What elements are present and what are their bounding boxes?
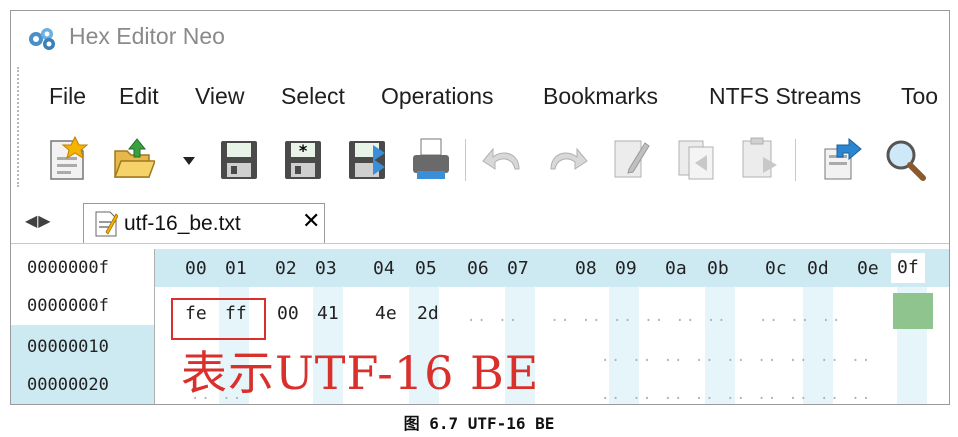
menu-bookmarks[interactable]: Bookmarks bbox=[543, 83, 658, 110]
offset-column: 0000000f 00000010 00000020 bbox=[11, 287, 155, 404]
empty-cells: .. .. .. .. .. .. .. .. .. .. .. bbox=[467, 309, 843, 325]
toolbar-separator bbox=[465, 139, 466, 181]
hex-byte[interactable]: 2d bbox=[417, 303, 439, 324]
tab-label: utf-16_be.txt bbox=[124, 212, 241, 235]
column-header: 0a bbox=[665, 258, 687, 279]
column-header: 0d bbox=[807, 258, 829, 279]
search-icon[interactable] bbox=[883, 135, 927, 183]
app-logo-icon bbox=[29, 28, 55, 50]
menu-edit[interactable]: Edit bbox=[119, 83, 159, 110]
toolbar: * bbox=[11, 127, 949, 191]
column-header: 01 bbox=[225, 258, 247, 279]
redo-icon[interactable] bbox=[545, 135, 589, 183]
column-header: 04 bbox=[373, 258, 395, 279]
hex-byte[interactable]: 00 bbox=[277, 303, 299, 324]
column-header: 0c bbox=[765, 258, 787, 279]
new-file-icon[interactable] bbox=[45, 135, 89, 183]
menu-select[interactable]: Select bbox=[281, 83, 345, 110]
edit-icon[interactable] bbox=[609, 135, 653, 183]
empty-cells: .. .. .. .. .. .. .. .. .. bbox=[601, 387, 873, 403]
save-icon[interactable] bbox=[217, 135, 261, 183]
hex-column-header: 0000000f 00 01 02 03 04 05 06 07 08 09 0… bbox=[11, 249, 949, 287]
column-header: 0e bbox=[857, 258, 879, 279]
hex-byte[interactable]: 41 bbox=[317, 303, 339, 324]
column-header: 00 bbox=[185, 258, 207, 279]
annotation-highlight-box bbox=[171, 298, 266, 340]
column-header: 0b bbox=[707, 258, 729, 279]
tab-scroll-arrows[interactable]: ◀▶ bbox=[25, 211, 52, 230]
window-title: Hex Editor Neo bbox=[69, 23, 225, 49]
column-header: 03 bbox=[315, 258, 337, 279]
menu-tools[interactable]: Too bbox=[901, 83, 938, 110]
figure-caption: 图 6.7 UTF-16 BE bbox=[403, 414, 555, 433]
print-icon[interactable] bbox=[409, 135, 453, 183]
row-offset: 00000020 bbox=[27, 375, 109, 395]
column-header: 09 bbox=[615, 258, 637, 279]
column-header: 07 bbox=[507, 258, 529, 279]
hex-byte[interactable]: 4e bbox=[375, 303, 397, 324]
row-offset: 00000010 bbox=[27, 337, 109, 357]
toolbar-separator bbox=[795, 139, 796, 181]
text-file-icon bbox=[95, 211, 118, 237]
column-header: 06 bbox=[467, 258, 489, 279]
column-header: 08 bbox=[575, 258, 597, 279]
column-header: 05 bbox=[415, 258, 437, 279]
tab-utf16-be[interactable]: utf-16_be.txt ✕ bbox=[83, 203, 325, 243]
menu-operations[interactable]: Operations bbox=[381, 83, 494, 110]
title-bar: Hex Editor Neo bbox=[11, 11, 949, 67]
close-icon[interactable]: ✕ bbox=[302, 209, 320, 234]
app-window: Hex Editor Neo File Edit View Select Ope… bbox=[10, 10, 950, 405]
export-icon[interactable] bbox=[819, 135, 863, 183]
open-folder-icon[interactable] bbox=[111, 135, 155, 183]
svg-text:*: * bbox=[299, 141, 308, 160]
save-as-icon[interactable] bbox=[345, 135, 389, 183]
save-all-icon[interactable]: * bbox=[281, 135, 325, 183]
selected-byte-cell[interactable] bbox=[893, 293, 933, 329]
tab-bar: ◀▶ utf-16_be.txt ✕ bbox=[11, 199, 949, 244]
copy-icon[interactable] bbox=[673, 135, 717, 183]
menu-file[interactable]: File bbox=[49, 83, 86, 110]
column-header-selected: 0f bbox=[891, 253, 925, 283]
menu-bar: File Edit View Select Operations Bookmar… bbox=[11, 75, 949, 119]
column-header: 02 bbox=[275, 258, 297, 279]
undo-icon[interactable] bbox=[481, 135, 525, 183]
paste-icon[interactable] bbox=[737, 135, 781, 183]
header-offset: 0000000f bbox=[11, 249, 155, 287]
annotation-text: 表示UTF-16 BE bbox=[181, 346, 540, 400]
dropdown-arrow-icon[interactable] bbox=[177, 135, 201, 183]
empty-cells: .. .. .. .. .. .. .. .. .. bbox=[601, 349, 873, 365]
row-offset: 0000000f bbox=[11, 287, 154, 325]
menu-view[interactable]: View bbox=[195, 83, 244, 110]
menu-ntfs-streams[interactable]: NTFS Streams bbox=[709, 83, 861, 110]
